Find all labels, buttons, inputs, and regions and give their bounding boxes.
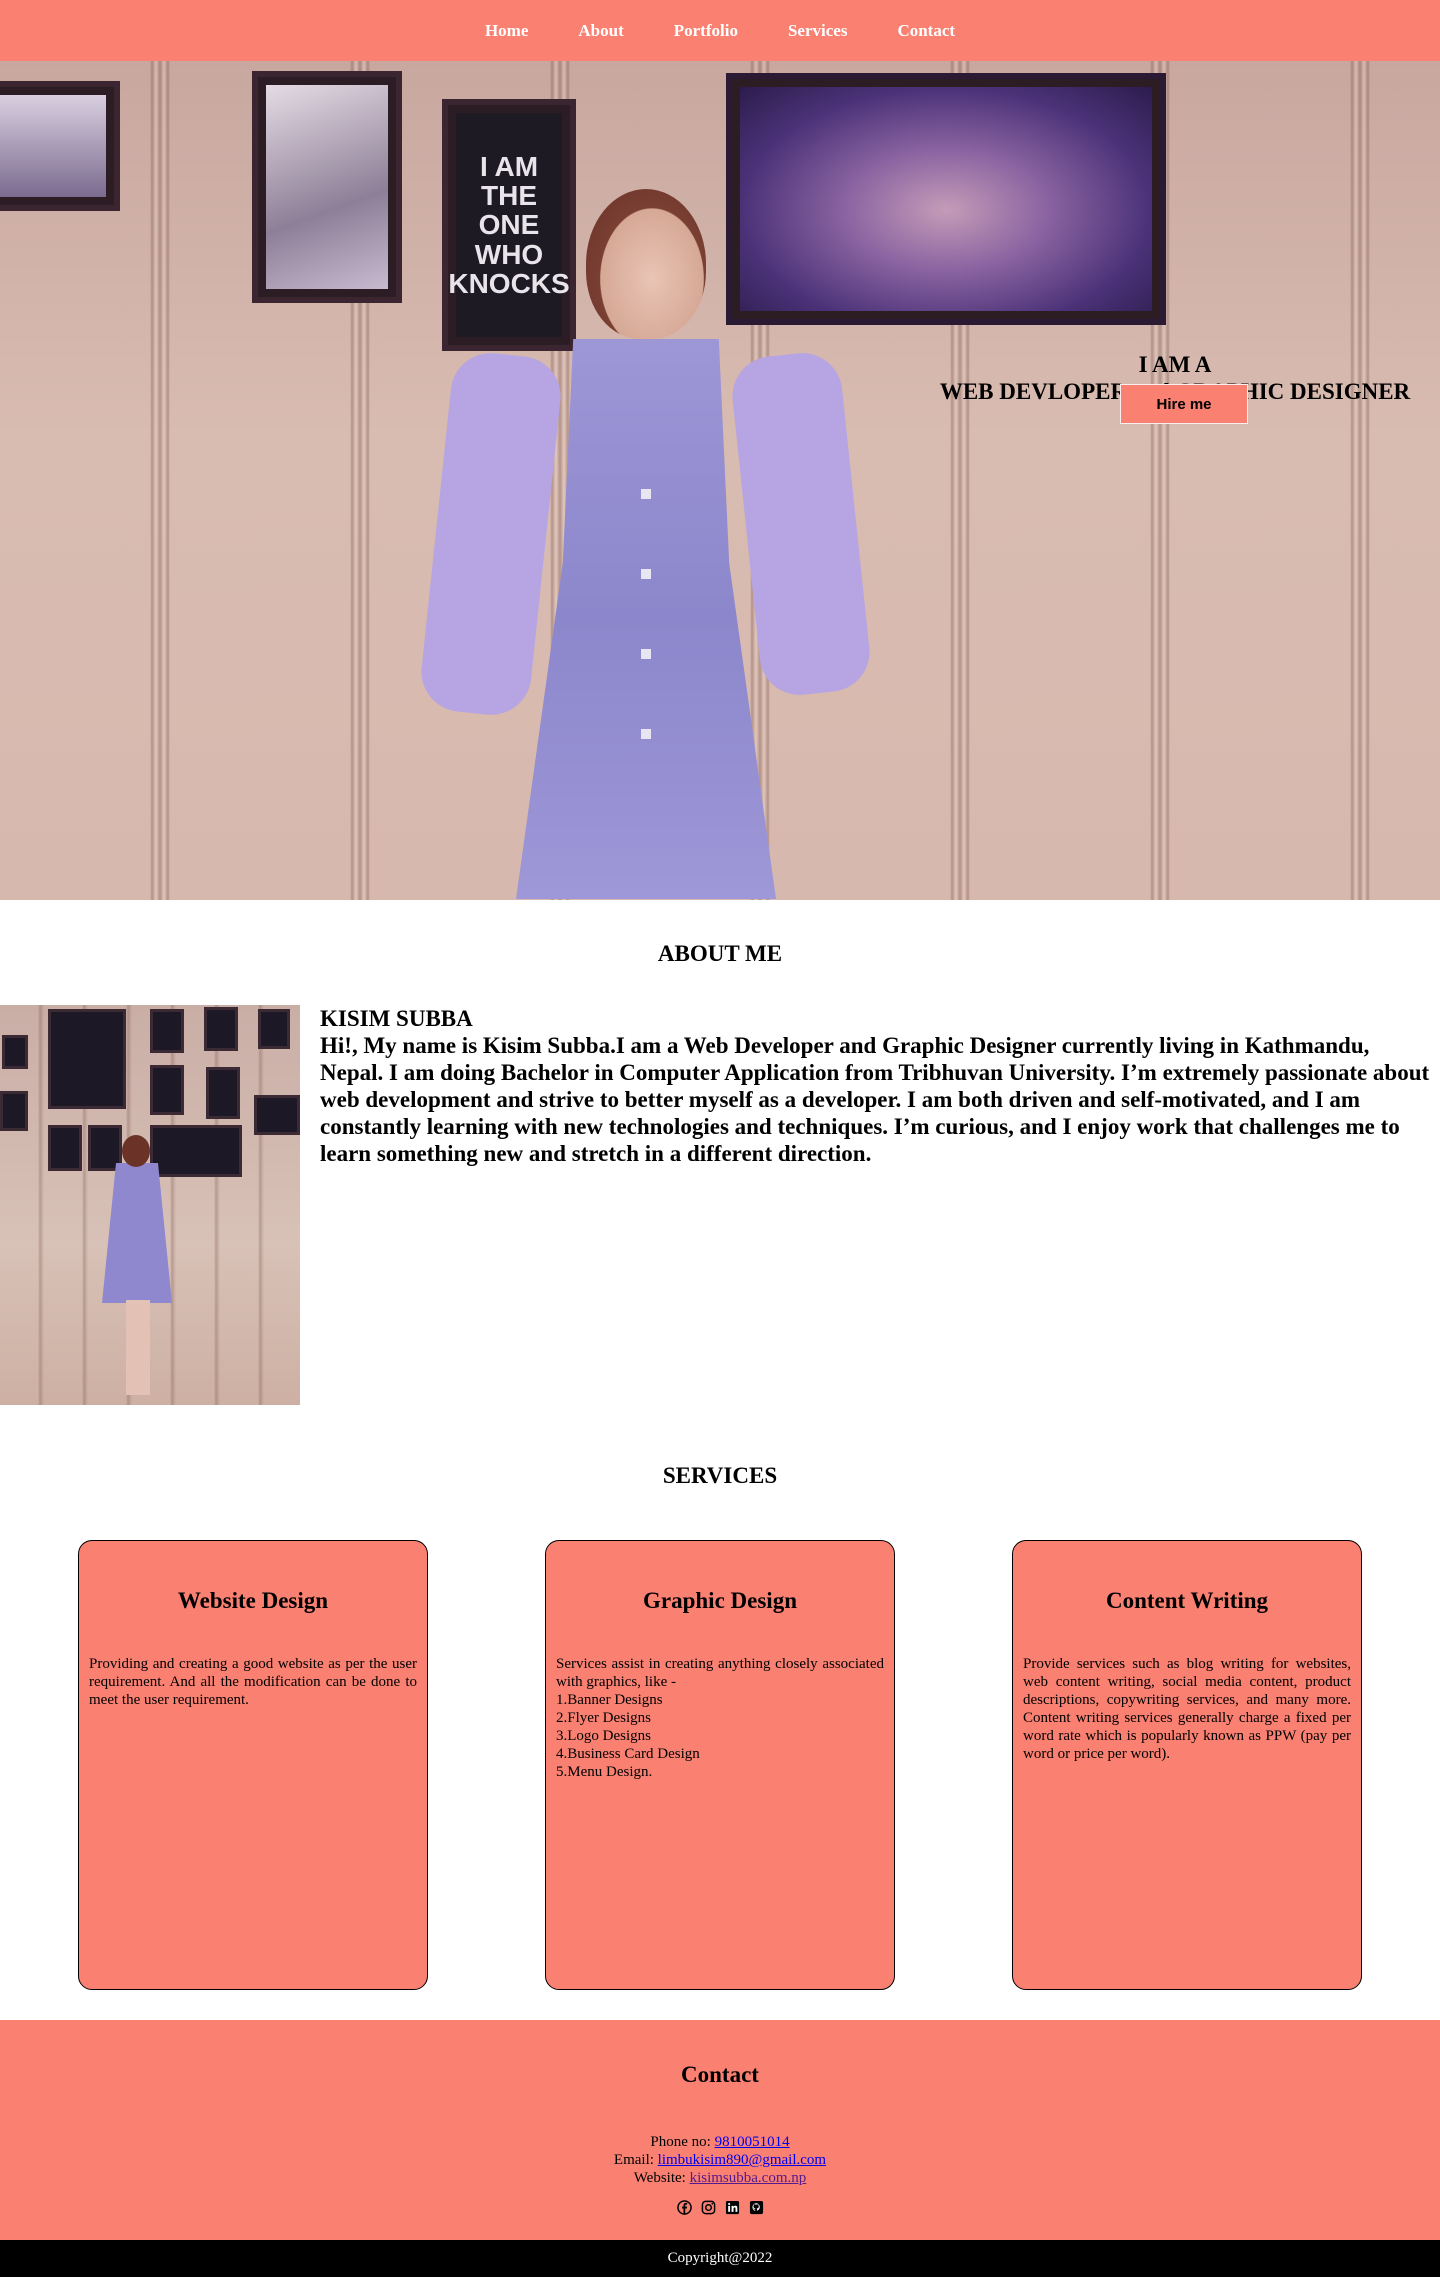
hero-line-1: I AM A	[1138, 352, 1212, 377]
service-card-website-design: Website Design Providing and creating a …	[78, 1540, 428, 1990]
instagram-icon[interactable]	[701, 2200, 716, 2215]
email-label: Email:	[613, 2152, 658, 2168]
facebook-icon[interactable]	[676, 2200, 692, 2215]
about-content: KISIM SUBBA Hi!, My name is Kisim Subba.…	[0, 1005, 1440, 1405]
services-section: SERVICES Website Design Providing and cr…	[0, 1463, 1440, 1990]
wall-frame	[252, 71, 402, 303]
nav-portfolio-link[interactable]: Portfolio	[649, 0, 763, 61]
about-section: ABOUT ME KISIM SUBBA Hi!, My name is Kis…	[0, 941, 1440, 1405]
service-card-content-writing: Content Writing Provide services such as…	[1012, 1540, 1362, 1990]
service-card-graphic-design: Graphic Design Services assist in creati…	[545, 1540, 895, 1990]
hero-banner: I AM THE ONE WHO KNOCKS I AM A WEB DEVLO…	[0, 61, 1440, 900]
contact-title: Contact	[681, 2062, 759, 2087]
services-cards: Website Design Providing and creating a …	[0, 1540, 1440, 1990]
nav-home-link[interactable]: Home	[460, 0, 553, 61]
website-link[interactable]: kisimsubba.com.np	[690, 2170, 807, 2186]
about-text: KISIM SUBBA Hi!, My name is Kisim Subba.…	[300, 1005, 1440, 1405]
linkedin-icon[interactable]	[725, 2200, 740, 2215]
footer: Copyright@2022	[0, 2240, 1440, 2277]
contact-phone-row: Phone no: 9810051014	[0, 2133, 1440, 2151]
contact-email-row: Email: limbukisim890@gmail.com	[0, 2151, 1440, 2169]
service-card-text: Provide services such as blog writing fo…	[1023, 1656, 1351, 1762]
nav-about-link[interactable]: About	[553, 0, 648, 61]
top-navbar: Home About Portfolio Services Contact	[0, 0, 1440, 61]
phone-link[interactable]: 9810051014	[715, 2134, 790, 2150]
github-icon[interactable]	[749, 2200, 764, 2215]
hero-person-photo	[417, 189, 874, 900]
contact-details: Phone no: 9810051014 Email: limbukisim89…	[0, 2133, 1440, 2187]
service-card-text: Providing and creating a good website as…	[89, 1656, 417, 1708]
about-photo	[0, 1005, 300, 1405]
copyright-text: Copyright@2022	[667, 2250, 773, 2266]
phone-label: Phone no:	[650, 2134, 715, 2150]
about-name: KISIM SUBBA	[320, 1006, 473, 1031]
nav-contact-link[interactable]: Contact	[872, 0, 980, 61]
services-title: SERVICES	[662, 1463, 778, 1488]
email-link[interactable]: limbukisim890@gmail.com	[658, 2152, 826, 2168]
contact-section: Contact Phone no: 9810051014 Email: limb…	[0, 2020, 1440, 2240]
service-card-title: Website Design	[177, 1588, 329, 1613]
about-body: Hi!, My name is Kisim Subba.I am a Web D…	[320, 1033, 1430, 1166]
wall-frame	[0, 81, 120, 211]
contact-website-row: Website: kisimsubba.com.np	[0, 2169, 1440, 2187]
website-label: Website:	[633, 2170, 690, 2186]
service-card-title: Graphic Design	[643, 1588, 797, 1613]
social-links	[0, 2200, 1440, 2215]
hire-me-button[interactable]: Hire me	[1120, 384, 1248, 424]
about-title: ABOUT ME	[657, 941, 783, 966]
service-card-title: Content Writing	[1105, 1588, 1269, 1613]
service-card-text: Services assist in creating anything clo…	[556, 1656, 884, 1780]
nav-services-link[interactable]: Services	[763, 0, 872, 61]
